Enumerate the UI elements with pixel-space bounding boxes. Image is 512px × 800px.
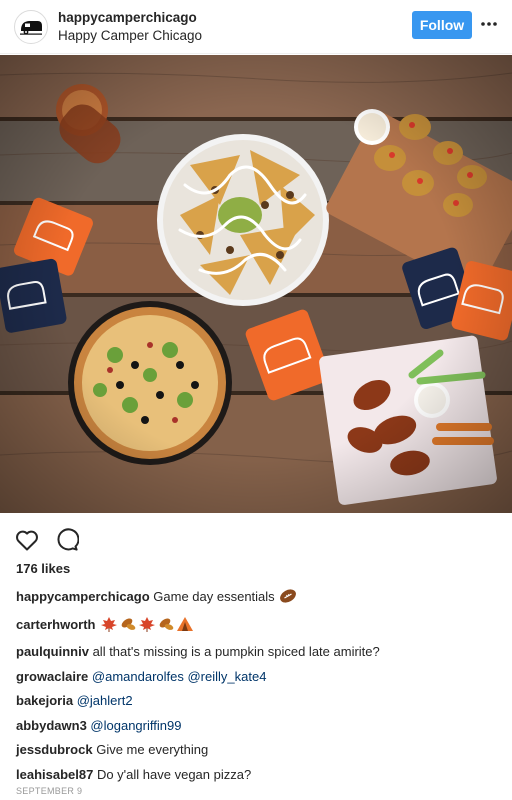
heart-icon[interactable] bbox=[14, 527, 40, 553]
comment-mention[interactable]: @amandarolfes bbox=[92, 669, 184, 684]
comment-username[interactable]: leahisabel87 bbox=[16, 767, 93, 782]
comment-text: Game day essentials bbox=[153, 589, 275, 604]
comment: abbydawn3 @logangriffin99 bbox=[16, 714, 500, 739]
comment-username[interactable]: jessdubrock bbox=[16, 742, 93, 757]
avatar[interactable] bbox=[14, 10, 48, 44]
comment-text: Do y'all have vegan pizza? bbox=[96, 766, 252, 782]
maple-leaf-icon bbox=[100, 616, 118, 641]
instagram-post: happycamperchicago Happy Camper Chicago … bbox=[0, 0, 512, 800]
comment-username[interactable]: growaclaire bbox=[16, 669, 88, 684]
follow-button[interactable]: Follow bbox=[412, 11, 472, 39]
comment-username[interactable]: paulquinniv bbox=[16, 644, 89, 659]
comment-text: all that's missing is a pumpkin spiced l… bbox=[92, 644, 380, 659]
comment-icon[interactable] bbox=[54, 527, 80, 553]
comment-username[interactable]: happycamperchicago bbox=[16, 589, 150, 604]
comment: paulquinniv all that's missing is a pump… bbox=[16, 640, 500, 665]
food-table-photo bbox=[0, 55, 512, 513]
author-username[interactable]: happycamperchicago bbox=[58, 9, 202, 26]
maple-leaf-icon bbox=[138, 616, 156, 641]
comment: bakejoria @jahlert2 bbox=[16, 689, 500, 714]
post-location[interactable]: Happy Camper Chicago bbox=[58, 26, 202, 45]
comment-text: Give me everything bbox=[96, 742, 209, 757]
tent-icon bbox=[176, 616, 194, 641]
comment-username[interactable]: carterhworth bbox=[16, 617, 95, 632]
comments-section: happycamperchicago Game day essentials c… bbox=[16, 585, 500, 787]
football-icon bbox=[279, 588, 297, 613]
comment-username[interactable]: bakejoria bbox=[16, 693, 73, 708]
comment: jessdubrock Give me everything bbox=[16, 738, 500, 763]
post-timestamp[interactable]: SEPTEMBER 9 bbox=[16, 786, 82, 796]
fallen-leaf-icon bbox=[119, 616, 137, 641]
more-options-icon[interactable] bbox=[478, 12, 500, 36]
caption: happycamperchicago Game day essentials bbox=[16, 585, 500, 613]
comment-mention[interactable]: @logangriffin99 bbox=[90, 718, 181, 733]
comment: leahisabel87 Do y'all have vegan pizza? bbox=[16, 763, 500, 788]
comment: growaclaire @amandarolfes @reilly_kate4 bbox=[16, 665, 500, 690]
comment-username[interactable]: abbydawn3 bbox=[16, 718, 87, 733]
comment-mention[interactable]: @reilly_kate4 bbox=[187, 669, 266, 684]
comment: carterhworth bbox=[16, 613, 500, 641]
comment-mention[interactable]: @jahlert2 bbox=[77, 693, 133, 708]
post-header: happycamperchicago Happy Camper Chicago … bbox=[0, 0, 512, 54]
camper-logo-icon bbox=[16, 12, 46, 42]
fallen-leaf-icon bbox=[157, 616, 175, 641]
post-actions bbox=[14, 527, 80, 553]
like-count[interactable]: 176 likes bbox=[16, 561, 70, 576]
post-photo[interactable] bbox=[0, 55, 512, 513]
post-author: happycamperchicago Happy Camper Chicago bbox=[58, 9, 202, 45]
